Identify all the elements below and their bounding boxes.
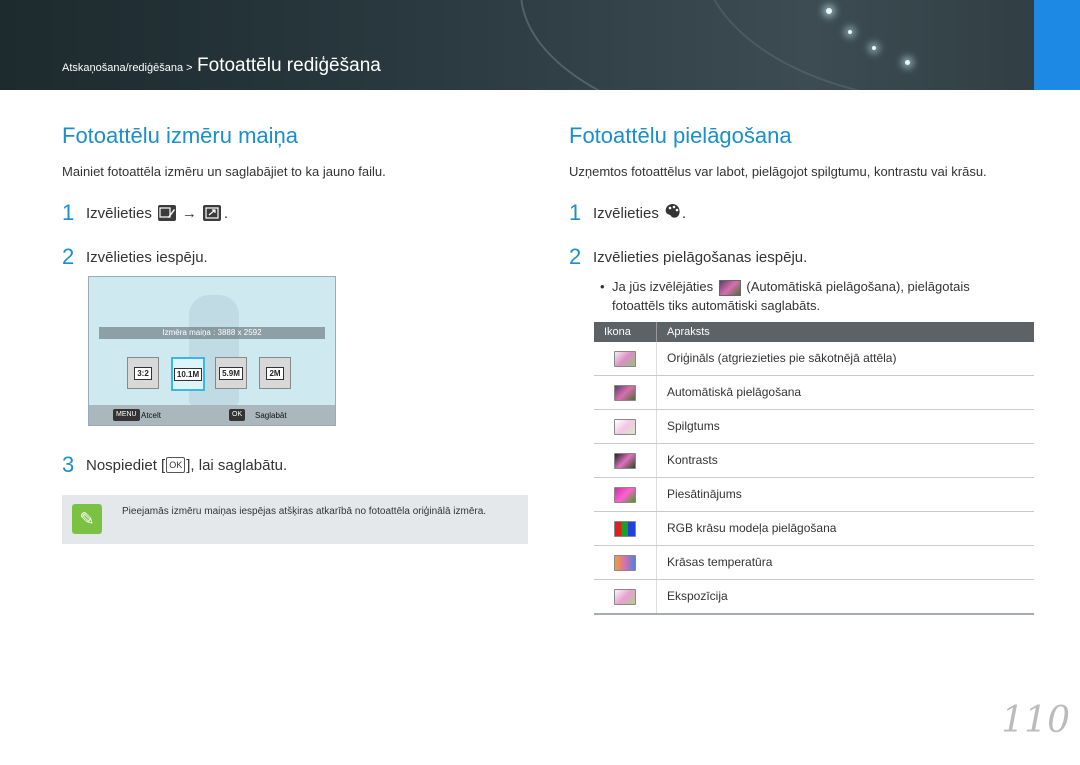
step-1-adjust: 1 Izvēlieties . (569, 200, 686, 226)
step-text: Izvēlieties iespēju. (86, 248, 208, 266)
step-text: Izvēlieties (593, 204, 659, 222)
camera-screen-illustration: Izmēra maiņa : 3888 x 2592 3:2 10.1M 5.9… (88, 276, 336, 426)
step-number: 2 (62, 244, 75, 269)
arrow-symbol: → (181, 204, 197, 222)
breadcrumb-parent[interactable]: Atskaņošana/rediģēšana > (62, 62, 193, 74)
option-label: 2M (266, 366, 284, 380)
note-box: ✎ Pieejamās izmēru maiņas iespējas atšķi… (62, 495, 528, 544)
row-description: Kontrasts (656, 444, 718, 477)
step-end: . (223, 204, 229, 222)
option-label: 5.9M (219, 366, 243, 380)
pen-icon: ✎ (72, 504, 102, 534)
resize-option[interactable]: 2M (259, 357, 291, 389)
breadcrumb: Atskaņošana/rediģēšana > Fotoattēlu redi… (62, 55, 381, 77)
sparkle-icon (826, 8, 832, 14)
resize-option[interactable]: 5.9M (215, 357, 247, 389)
auto-adjust-icon (614, 384, 636, 401)
step-number: 2 (569, 244, 582, 269)
resize-icon (202, 205, 221, 221)
option-label: 3:2 (134, 366, 152, 380)
row-description: RGB krāsu modeļa pielāgošana (656, 512, 836, 545)
section-title-resize: Fotoattēlu izmēru maiņa (62, 123, 298, 148)
step-1-resize: 1 Izvēlieties → . (62, 200, 228, 226)
step-text: Izvēlieties pielāgošanas iespēju. (593, 248, 808, 266)
bullet-auto-adjust: • Ja jūs izvēlējāties (Automātiskā pielā… (600, 277, 1002, 315)
step-number: 1 (569, 200, 582, 225)
ok-key[interactable]: OK (229, 409, 246, 421)
section-title-adjust: Fotoattēlu pielāgošana (569, 123, 792, 148)
exposure-icon (614, 588, 636, 605)
table-row: Krāsas temperatūra (594, 546, 1034, 580)
chapter-header: Atskaņošana/rediģēšana > Fotoattēlu redi… (0, 0, 1080, 90)
bullet-text-a: Ja jūs izvēlējāties (612, 279, 714, 294)
breadcrumb-current: Fotoattēlu rediģēšana (197, 55, 381, 76)
original-icon (614, 350, 636, 367)
intro-adjust: Uzņemtos fotoattēlus var labot, pielāgoj… (569, 164, 987, 179)
option-label: 10.1M (173, 367, 203, 381)
menu-label: Atcelt (141, 411, 162, 420)
step-number: 1 (62, 200, 75, 225)
auto-adjust-icon (718, 279, 741, 296)
step-end: ], lai saglabātu. (186, 456, 288, 474)
step-end: . (681, 204, 687, 222)
table-row: Piesātinājums (594, 478, 1034, 512)
row-description: Oriģināls (atgriezieties pie sākotnējā a… (656, 342, 896, 375)
sparkle-icon (905, 60, 910, 65)
ok-label: Saglabāt (255, 411, 287, 420)
note-text: Pieejamās izmēru maiņas iespējas atšķira… (122, 506, 487, 517)
step-number: 3 (62, 452, 75, 477)
ok-button-icon: OK (166, 457, 186, 473)
table-row: Ekspozīcija (594, 580, 1034, 615)
palette-icon (664, 203, 682, 223)
col-header-icon: Ikona (604, 326, 631, 338)
brightness-icon (614, 418, 636, 435)
table-row: Oriģināls (atgriezieties pie sākotnējā a… (594, 342, 1034, 376)
table-header: Ikona Apraksts (594, 322, 1034, 342)
col-header-description: Apraksts (656, 322, 710, 342)
chapter-tab[interactable] (1034, 0, 1080, 90)
resize-option-selected[interactable]: 10.1M (171, 357, 205, 391)
edit-image-icon (157, 205, 176, 221)
row-description: Spilgtums (656, 410, 720, 443)
sparkle-icon (872, 46, 876, 50)
row-description: Ekspozīcija (656, 580, 728, 613)
table-row: Kontrasts (594, 444, 1034, 478)
sparkle-icon (848, 30, 852, 34)
step-text: Izvēlieties (86, 204, 152, 222)
table-row: Spilgtums (594, 410, 1034, 444)
saturation-icon (614, 486, 636, 503)
resize-option[interactable]: 3:2 (127, 357, 159, 389)
table-row: RGB krāsu modeļa pielāgošana (594, 512, 1034, 546)
color-temperature-icon (614, 554, 636, 571)
screen-bottom-bar: MENU Atcelt OK Saglabāt (89, 405, 335, 425)
adjust-options-table: Ikona Apraksts Oriģināls (atgriezieties … (594, 322, 1034, 615)
row-description: Krāsas temperatūra (656, 546, 772, 579)
bullet-dot: • (600, 279, 605, 294)
contrast-icon (614, 452, 636, 469)
rgb-icon (614, 520, 636, 537)
intro-resize: Mainiet fotoattēla izmēru un saglabājiet… (62, 164, 386, 179)
table-row: Automātiskā pielāgošana (594, 376, 1034, 410)
row-description: Piesātinājums (656, 478, 742, 511)
step-2-adjust: 2 Izvēlieties pielāgošanas iespēju. (569, 244, 807, 270)
step-text: Nospiediet [ (86, 456, 166, 474)
step-3-resize: 3 Nospiediet [ OK ], lai saglabātu. (62, 452, 287, 478)
page-number: 110 (1001, 700, 1070, 741)
menu-key[interactable]: MENU (113, 409, 140, 421)
row-description: Automātiskā pielāgošana (656, 376, 801, 409)
resize-caption: Izmēra maiņa : 3888 x 2592 (99, 327, 325, 339)
step-2-resize: 2 Izvēlieties iespēju. (62, 244, 208, 270)
